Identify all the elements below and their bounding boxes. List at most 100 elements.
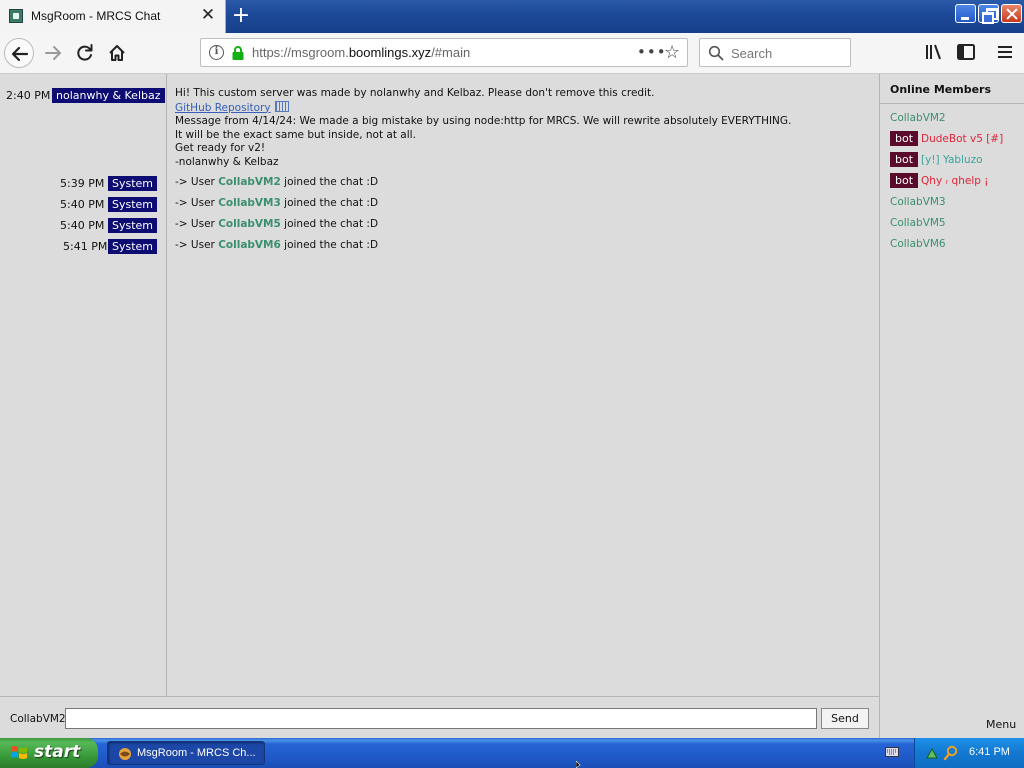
mouse-cursor-icon [576, 761, 581, 768]
message-line: GitHub Repository [175, 100, 791, 116]
minimize-window-button[interactable] [955, 4, 976, 23]
join-suffix: joined the chat :D [280, 197, 379, 209]
message-author-badge[interactable]: nolanwhy & Kelbaz [52, 88, 165, 103]
send-button[interactable]: Send [821, 708, 869, 729]
join-message: -> User CollabVM2 joined the chat :D [175, 176, 378, 188]
joined-username[interactable]: CollabVM2 [218, 176, 281, 188]
member-name: CollabVM3 [890, 196, 946, 208]
member-name: DudeBot v5 [#] [921, 133, 1004, 145]
join-suffix: joined the chat :D [280, 176, 379, 188]
url-path: /#main [431, 45, 471, 60]
join-message: -> User CollabVM6 joined the chat :D [175, 239, 378, 251]
github-repository-link[interactable]: GitHub Repository [175, 102, 271, 114]
home-button[interactable] [102, 38, 132, 68]
members-divider [880, 103, 1024, 104]
member-item[interactable]: bot Qhy ᵣ qhelp ¡ [890, 173, 988, 188]
join-prefix: -> User [175, 197, 219, 209]
message-author-badge[interactable]: System [108, 218, 158, 233]
tab-strip: MsgRoom - MRCS Chat ✕ + [0, 0, 1024, 33]
message-author-badge[interactable]: System [108, 197, 158, 212]
join-prefix: -> User [175, 239, 219, 251]
joined-username[interactable]: CollabVM6 [218, 239, 281, 251]
message-line: Hi! This custom server was made by nolan… [175, 87, 655, 99]
bot-badge: bot [890, 173, 919, 188]
arrow-left-icon [11, 46, 29, 62]
member-item[interactable]: bot [y!] Yabluzo [890, 152, 983, 167]
url-scheme: https://msgroom. [252, 45, 349, 60]
lock-icon[interactable] [231, 45, 245, 61]
tab-close-icon[interactable]: ✕ [199, 6, 217, 24]
message-line: -nolanwhy & Kelbaz [175, 155, 279, 168]
tab-title: MsgRoom - MRCS Chat [31, 9, 161, 23]
message-time: 5:40 PM [60, 198, 105, 211]
current-username[interactable]: CollabVM2 [10, 713, 66, 725]
taskbar-item-msgroom[interactable]: MsgRoom - MRCS Ch... [107, 741, 265, 765]
member-item[interactable]: CollabVM3 [890, 196, 946, 208]
message-input[interactable] [65, 708, 817, 729]
page-actions-icon[interactable]: ••• [637, 43, 667, 61]
member-item[interactable]: CollabVM5 [890, 217, 946, 229]
welcome-message: Hi! This custom server was made by nolan… [175, 87, 791, 169]
message-time: 2:40 PM [6, 89, 51, 102]
home-icon [109, 45, 125, 61]
menu-button[interactable]: Menu [986, 718, 1016, 731]
message-author-badge[interactable]: System [108, 176, 158, 191]
clock: 6:41 PM [969, 746, 1010, 758]
msgroom-favicon-icon [9, 9, 23, 23]
new-tab-button[interactable]: + [229, 3, 253, 29]
member-name: CollabVM5 [890, 217, 946, 229]
magnifier-icon[interactable] [943, 745, 959, 761]
browser-tab-msgroom[interactable]: MsgRoom - MRCS Chat ✕ [0, 0, 226, 33]
join-suffix: joined the chat :D [280, 239, 379, 251]
bot-badge: bot [890, 131, 919, 146]
chat-page: 2:40 PM nolanwhy & Kelbaz 5:39 PM System… [0, 74, 1024, 738]
message-author-badge[interactable]: System [108, 239, 158, 254]
member-name: Qhy ᵣ qhelp ¡ [921, 175, 989, 187]
sidebar-icon[interactable] [955, 41, 977, 63]
search-bar[interactable] [699, 38, 851, 67]
members-title: Online Members [890, 83, 992, 96]
url-bar[interactable]: i https://msgroom.boomlings.xyz/#main ••… [200, 38, 688, 67]
message-line: Message from 4/14/24: We made a big mist… [175, 115, 792, 127]
hamburger-menu-icon[interactable] [994, 41, 1016, 63]
restore-window-button[interactable] [978, 4, 999, 24]
taskbar: start MsgRoom - MRCS Ch... 6:41 PM [0, 738, 1024, 768]
site-info-icon[interactable]: i [209, 45, 224, 60]
github-badge-icon [274, 100, 289, 112]
back-button[interactable] [4, 38, 34, 68]
url-text: https://msgroom.boomlings.xyz/#main [252, 45, 470, 60]
arrow-right-icon [45, 46, 61, 60]
system-tray: 6:41 PM [914, 738, 1024, 768]
joined-username[interactable]: CollabVM5 [218, 218, 281, 230]
message-time: 5:39 PM [60, 177, 105, 190]
forward-button[interactable] [38, 38, 68, 68]
joined-username[interactable]: CollabVM3 [218, 197, 281, 209]
message-line: It will be the exact same but inside, no… [175, 128, 416, 141]
reload-icon [77, 44, 93, 61]
member-name: [y!] Yabluzo [921, 154, 983, 166]
url-host: boomlings.xyz [348, 45, 432, 60]
network-icon[interactable] [925, 746, 939, 760]
join-prefix: -> User [175, 218, 219, 230]
windows-flag-icon [11, 746, 27, 759]
join-prefix: -> User [175, 176, 219, 188]
join-message: -> User CollabVM5 joined the chat :D [175, 218, 378, 230]
member-item[interactable]: CollabVM6 [890, 238, 946, 250]
bookmark-star-icon[interactable]: ☆ [664, 42, 680, 63]
close-window-button[interactable] [1001, 4, 1022, 23]
message-meta-column: 2:40 PM nolanwhy & Kelbaz 5:39 PM System… [0, 74, 167, 696]
browser-app-icon [119, 748, 131, 760]
start-label: start [34, 742, 81, 762]
message-line: Get ready for v2! [175, 142, 266, 154]
member-name: CollabVM6 [890, 238, 946, 250]
member-item[interactable]: CollabVM2 [890, 112, 946, 124]
online-members-panel: Online Members CollabVM2 bot DudeBot v5 [… [879, 74, 1024, 738]
search-input[interactable] [731, 44, 843, 62]
message-list: Hi! This custom server was made by nolan… [167, 74, 879, 696]
reload-button[interactable] [70, 38, 100, 68]
keyboard-icon[interactable] [885, 747, 899, 757]
library-icon[interactable] [923, 41, 945, 63]
start-button[interactable]: start [0, 738, 98, 768]
message-time: 5:40 PM [60, 219, 105, 232]
member-item[interactable]: bot DudeBot v5 [#] [890, 131, 1003, 146]
